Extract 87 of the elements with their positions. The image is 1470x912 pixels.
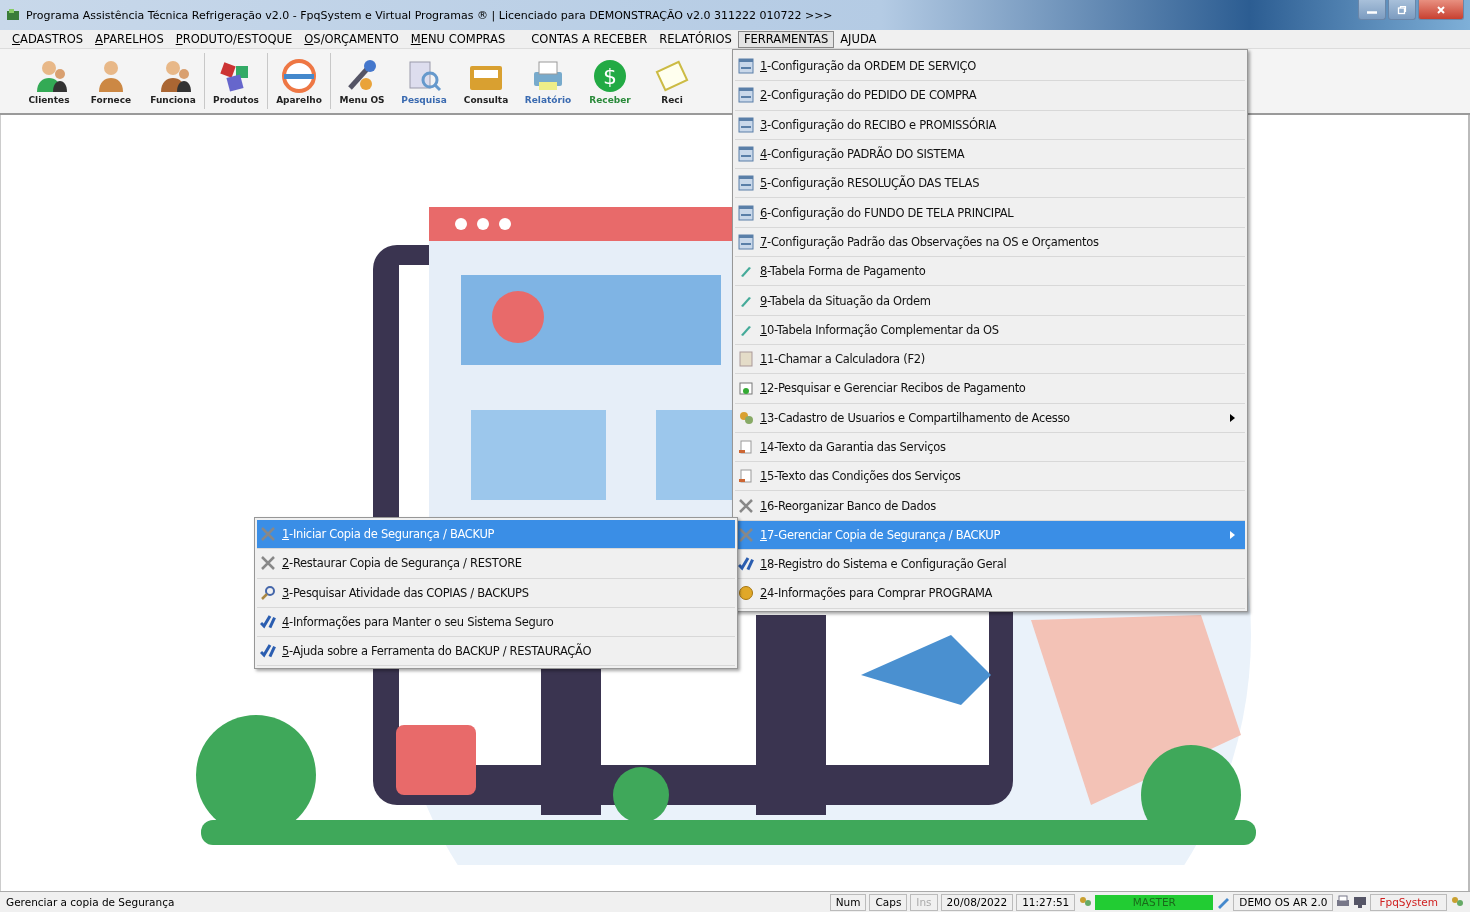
toolbar-button[interactable]: Pesquisa [393, 49, 455, 113]
toolbar-button[interactable]: $ Receber [579, 49, 641, 113]
window-icon [738, 116, 754, 133]
status-time: 11:27:51 [1016, 893, 1076, 911]
users-icon [1078, 895, 1093, 909]
close-icon [1436, 4, 1446, 15]
window-icon [738, 87, 754, 104]
menu-item[interactable]: MENU COMPRAS [404, 30, 512, 48]
bush-drawing [613, 767, 669, 823]
dropdown-menu-item[interactable]: 11-Chamar a Calculadora (F2) [735, 344, 1245, 375]
users-icon [1450, 895, 1464, 909]
status-date: 20/08/2022 [940, 893, 1014, 911]
num-lock-indicator: Num [829, 893, 867, 911]
coin-icon [738, 585, 754, 602]
dropdown-menu-item[interactable]: 9-Tabela da Situação da Ordem [735, 286, 1245, 316]
toolbar-button[interactable]: Consulta [455, 49, 517, 113]
version-label: DEMO OS AR 2.0 [1233, 893, 1334, 911]
toolbar-button[interactable]: Fornece [80, 49, 142, 113]
menu-item[interactable]: PRODUTO/ESTOQUE [169, 30, 299, 48]
monitor-icon [1353, 895, 1368, 909]
tools-icon [738, 497, 754, 514]
users-icon [738, 409, 754, 426]
toolbar-button[interactable]: Menu OS [331, 49, 393, 113]
window-title: Programa Assistência Técnica Refrigeração v2.0 - FpqSystem e Virtual Programas ® | Licenciado para DEMONSTRAÇÃO v2.0 311222 010722 >>> [26, 8, 834, 22]
window-icon [738, 146, 754, 163]
dropdown-menu-item[interactable]: 3-Pesquisar Atividade das COPIAS / BACKUPS [257, 578, 735, 608]
menu-item[interactable]: CONTAS A RECEBER [525, 30, 654, 48]
checkmark-icon [738, 556, 754, 573]
dropdown-menu-item[interactable]: 2-Restaurar Copia de Segurança / RESTORE [257, 549, 735, 579]
checkmark-icon [260, 643, 276, 660]
app-icon [6, 8, 20, 22]
status-message: Gerenciar a copia de Segurança [6, 896, 176, 908]
menu-item[interactable]: APARELHOS [89, 30, 170, 48]
minimize-button[interactable] [1358, 0, 1386, 20]
checkmark-icon [260, 614, 276, 631]
dropdown-menu-item[interactable]: 5-Ajuda sobre a Ferramenta do BACKUP / RESTAURAÇÃO [257, 637, 735, 667]
toolbar-button[interactable]: Aparelho [268, 49, 330, 113]
document-icon [738, 468, 754, 485]
dropdown-menu-item[interactable]: 10-Tabela Informação Complementar da OS [735, 315, 1245, 345]
menu-item[interactable]: FERRAMENTAS [737, 30, 835, 48]
close-button[interactable] [1418, 0, 1464, 20]
dropdown-menu-item[interactable]: 7-Configuração Padrão das Observações na OS e Orçamentos [735, 227, 1245, 258]
window-icon [738, 204, 754, 221]
menu-item[interactable]: CADASTROS [6, 30, 90, 48]
user-indicator: MASTER [1095, 894, 1214, 910]
toolbar-button[interactable]: Reci [641, 49, 703, 113]
document-icon [738, 439, 754, 455]
window-icon [738, 58, 754, 75]
toolbar-button[interactable]: Clientes [18, 49, 80, 113]
caps-lock-indicator: Caps [869, 893, 908, 911]
dropdown-menu-item[interactable]: 15-Texto das Condições dos Serviços [735, 462, 1245, 492]
dropdown-menu-item[interactable]: 1-Configuração da ORDEM DE SERVIÇO [735, 52, 1245, 82]
dropdown-menu-item[interactable]: 8-Tabela Forma de Pagamento [735, 257, 1245, 287]
window-icon [738, 233, 754, 250]
menu-item[interactable]: RELATÓRIOS [653, 30, 738, 48]
restore-button[interactable] [1388, 0, 1416, 20]
dropdown-menu-item[interactable]: 4-Informações para Manter o seu Sistema Seguro [257, 607, 735, 638]
pencil-icon [1216, 895, 1231, 909]
calculator-icon [738, 351, 754, 368]
toolbar-button[interactable]: Relatório [517, 49, 579, 113]
menu-item[interactable]: AJUDA [834, 30, 883, 48]
window-icon [738, 175, 754, 192]
tools-icon [738, 526, 754, 543]
dropdown-menu-item[interactable]: 5-Configuração RESOLUÇÃO DAS TELAS [735, 169, 1245, 199]
tools-icon [260, 526, 276, 543]
insert-indicator: Ins [910, 893, 938, 911]
dropdown-menu-item[interactable]: 14-Texto da Garantia das Serviços [735, 432, 1245, 463]
dropdown-menu-item[interactable]: 16-Reorganizar Banco de Dados [735, 491, 1245, 521]
dropdown-menu-item[interactable]: 13-Cadastro de Usuarios e Compartilhamento de Acesso [735, 403, 1245, 433]
brand-label: FpqSystem [1370, 893, 1447, 911]
menu-item[interactable]: OS/ORÇAMENTO [298, 30, 405, 48]
printer-icon [1336, 895, 1351, 909]
tools-icon [260, 555, 276, 572]
submenu-arrow-icon [1230, 530, 1235, 539]
dropdown-menu-item[interactable]: 2-Configuração do PEDIDO DE COMPRA [735, 81, 1245, 111]
dropdown-menu-item[interactable]: 12-Pesquisar e Gerenciar Recibos de Pagamento [735, 374, 1245, 404]
toolbar-button[interactable]: Produtos [205, 49, 267, 113]
device-icon [279, 57, 319, 94]
dropdown-menu-item[interactable]: 4-Configuração PADRÃO DO SISTEMA [735, 139, 1245, 170]
dropdown-menu-item[interactable]: 3-Configuração do RECIBO e PROMISSÓRIA [735, 110, 1245, 140]
submenu-arrow-icon [1230, 413, 1235, 422]
minimize-icon [1367, 11, 1377, 14]
dropdown-menu-item[interactable]: 6-Configuração do FUNDO DE TELA PRINCIPAL [735, 198, 1245, 228]
toolbar-button[interactable]: Funciona [142, 49, 204, 113]
restore-icon [1397, 4, 1407, 15]
receipt-icon [738, 380, 754, 397]
search-icon [260, 584, 276, 601]
